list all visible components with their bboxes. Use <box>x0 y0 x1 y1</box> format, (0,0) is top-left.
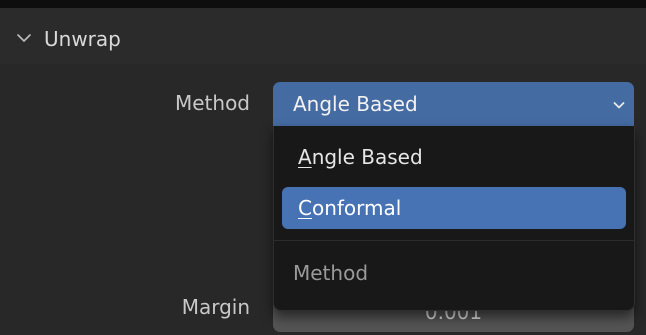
menu-item-conformal[interactable]: Conformal <box>282 187 626 229</box>
menu-item-angle-based[interactable]: Angle Based <box>282 136 626 178</box>
margin-label: Margin <box>181 295 250 319</box>
menu-item-label: Conformal <box>298 196 401 220</box>
chevron-down-icon <box>613 102 625 109</box>
menu-item-label-rest: ngle Based <box>311 145 423 169</box>
chevron-down-icon <box>17 34 31 42</box>
method-dropdown-menu: Angle Based Conformal Method <box>273 126 635 311</box>
method-select-value: Angle Based <box>293 92 418 116</box>
accelerator-key: A <box>298 145 312 169</box>
menu-item-label: Angle Based <box>298 145 423 169</box>
method-select[interactable]: Angle Based <box>273 82 634 126</box>
panel-header-unwrap[interactable]: Unwrap <box>0 8 646 64</box>
panel-title: Unwrap <box>44 27 121 51</box>
menu-separator <box>274 240 634 241</box>
accelerator-key: C <box>298 196 312 220</box>
menu-title: Method <box>293 261 369 285</box>
method-label: Method <box>174 91 250 115</box>
menu-item-label-rest: onformal <box>311 196 402 220</box>
